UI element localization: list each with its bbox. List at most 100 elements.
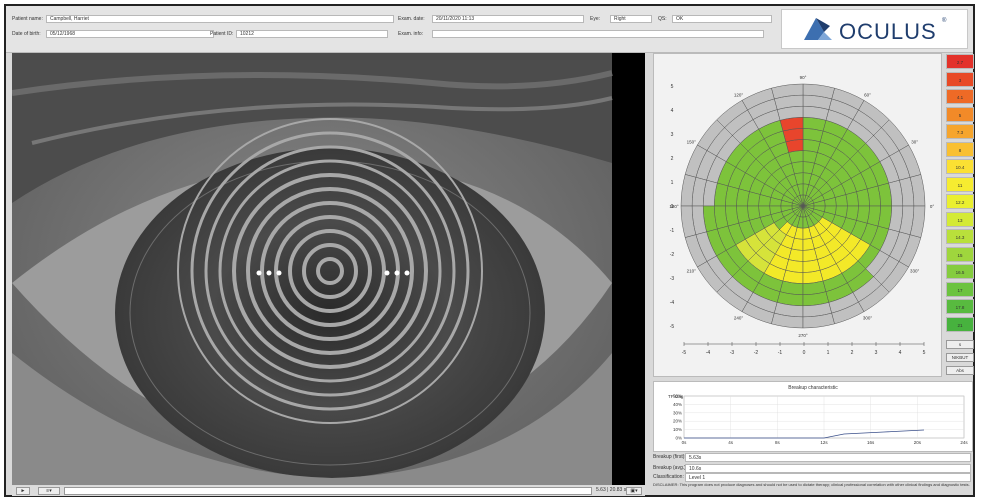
scale-cell: 8 — [946, 141, 974, 157]
map-axis-tick-y: 4 — [671, 108, 674, 114]
map-axis-tick-y: 5 — [671, 84, 674, 90]
map-axis-tick-y: -2 — [670, 252, 675, 258]
breakup-polar-map[interactable]: -5 -4 -3 -2 -1 0 1 2 3 4 5543210-1-2-3-4-50°30°60°… — [654, 54, 941, 376]
map-axis-tick: -3 — [730, 350, 735, 356]
breakup-x-tick: 20s — [914, 440, 922, 445]
map-angle-label: 150° — [687, 140, 697, 145]
breakup-chart-panel: Breakup characteristic 50% 40% 30% 20% 10% 0%… — [653, 381, 973, 452]
breakup-ylabel: TF-Dag — [668, 394, 684, 399]
map-angle-label: 330° — [910, 269, 920, 274]
abs-button[interactable]: Abs — [946, 366, 974, 375]
breakup-y-tick: 20% — [673, 419, 682, 424]
map-sector — [845, 205, 859, 221]
map-angle-label: 90° — [800, 75, 807, 80]
map-angle-label: 60° — [864, 92, 871, 97]
map-axis-tick: 4 — [899, 350, 902, 356]
eye-value[interactable]: Right — [610, 15, 652, 23]
breakup-y-tick: 10% — [673, 427, 682, 432]
exam-date-value[interactable]: 20/11/2020 11:13 — [432, 15, 584, 23]
scale-cell: 2.7 — [946, 54, 974, 69]
play-button[interactable]: ► — [16, 487, 30, 495]
map-angle-label: 210° — [687, 269, 697, 274]
patient-name-value[interactable]: Campbell, Harriet — [46, 15, 394, 23]
exam-info-value[interactable] — [432, 30, 764, 38]
map-axis-tick-y: 3 — [671, 132, 674, 138]
timeline-info: 5.63 | 20.83 s — [596, 487, 627, 493]
header-panel: Patient name: Campbell, Harriet Date of … — [6, 6, 973, 53]
map-sector — [802, 150, 818, 164]
map-sector — [788, 248, 804, 262]
eye-photo — [12, 53, 645, 485]
scale-cell: 10.4 — [946, 159, 974, 174]
scale-cell: 17.8 — [946, 299, 974, 314]
map-axis-tick: 1 — [827, 350, 830, 356]
timeline-scrollbar[interactable] — [64, 487, 592, 495]
logo-registered: ® — [942, 18, 947, 24]
map-axis-tick-y: -1 — [670, 228, 675, 234]
breakup-y-tick: 30% — [673, 410, 682, 415]
oculus-logo: OCULUS ® — [781, 9, 968, 49]
image-toolbar: ► ≡▾ 5.63 | 20.83 s ▣▾ — [12, 486, 645, 496]
disclaimer-text: DISCLAIMER: This program does not produc… — [653, 482, 970, 487]
scale-cell: 15 — [946, 246, 974, 262]
scale-cell: 4.1 — [946, 89, 974, 104]
map-axis-tick-y: 2 — [671, 156, 674, 162]
map-axis-tick: 2 — [851, 350, 854, 356]
map-sector — [856, 205, 870, 224]
scale-button-s[interactable]: s — [946, 340, 974, 349]
scale-cell: 21 — [946, 316, 974, 332]
breakup-x-tick: 4s — [728, 440, 734, 445]
breakup-x-tick: 8s — [775, 440, 781, 445]
breakup-x-tick: 0s — [682, 440, 688, 445]
eye-image-view[interactable] — [12, 53, 645, 485]
logo-text: OCULUS — [839, 19, 937, 44]
dob-value[interactable]: 05/12/1968 — [46, 30, 214, 38]
oculus-logo-icon — [804, 18, 832, 40]
map-angle-label: 300° — [863, 316, 873, 321]
qs-value[interactable]: OK — [672, 15, 772, 23]
map-axis-tick: -5 — [682, 350, 687, 356]
map-angle-label: 270° — [798, 333, 808, 338]
map-sector — [785, 259, 804, 273]
save-button[interactable]: ▣▾ — [626, 487, 642, 495]
map-axis-tick: -1 — [778, 350, 783, 356]
map-axis-tick: 3 — [875, 350, 878, 356]
color-scale: 2.7 3 4.1 5 7.3 8 10.4 11 12.2 13 14.3 15 16.5 17 17.8… — [946, 54, 974, 334]
map-sector — [736, 188, 750, 207]
breakup-first-value: 5.63s — [685, 453, 971, 462]
scale-cell: 13 — [946, 211, 974, 227]
map-angle-label: 30° — [911, 140, 918, 145]
breakup-x-tick: 16s — [867, 440, 875, 445]
image-menu-button[interactable]: ≡▾ — [38, 487, 60, 495]
breakup-x-tick: 24s — [960, 440, 968, 445]
map-axis-tick: 5 — [923, 350, 926, 356]
map-axis-tick-y: -4 — [670, 300, 675, 306]
breakup-x-tick: 12s — [820, 440, 828, 445]
classification-value: Level 1 — [685, 473, 971, 482]
patient-id-value[interactable]: 10212 — [236, 30, 388, 38]
map-axis-tick-y: -5 — [670, 324, 675, 330]
breakup-map-panel: -5 -4 -3 -2 -1 0 1 2 3 4 5 5 4 3 2 1 0 -1 -2 -3 -4 -5 0° 30° 60°… — [653, 53, 942, 377]
breakup-y-tick: 40% — [673, 402, 682, 407]
map-angle-label: 180° — [669, 204, 679, 209]
scale-cell: 11 — [946, 176, 974, 192]
scale-cell: 14.3 — [946, 229, 974, 244]
map-sector — [747, 191, 761, 207]
map-axis-tick: 0 — [803, 350, 806, 356]
map-angle-label: 120° — [734, 92, 744, 97]
breakup-chart: 50%40%30%20%10%0%0s 4s 8s 12s 16s 20s 24sTF-Da… — [668, 394, 968, 446]
scale-cell: 17 — [946, 281, 974, 297]
scale-cell: 12.2 — [946, 194, 974, 209]
map-angle-label: 240° — [734, 316, 744, 321]
map-axis-tick: -4 — [706, 350, 711, 356]
app-window: Patient name: Campbell, Harriet Date of … — [4, 4, 975, 497]
nikbut-button[interactable]: NIKBUT — [946, 353, 974, 362]
map-axis-tick-y: 1 — [671, 180, 674, 186]
map-axis-tick: -2 — [754, 350, 759, 356]
breakup-avg-value: 10.6s — [685, 464, 971, 473]
map-sector — [802, 139, 821, 153]
scale-cell: 7.3 — [946, 124, 974, 139]
scale-cell: 16.5 — [946, 264, 974, 279]
scale-cell: 3 — [946, 71, 974, 87]
map-angle-label: 0° — [930, 204, 935, 209]
